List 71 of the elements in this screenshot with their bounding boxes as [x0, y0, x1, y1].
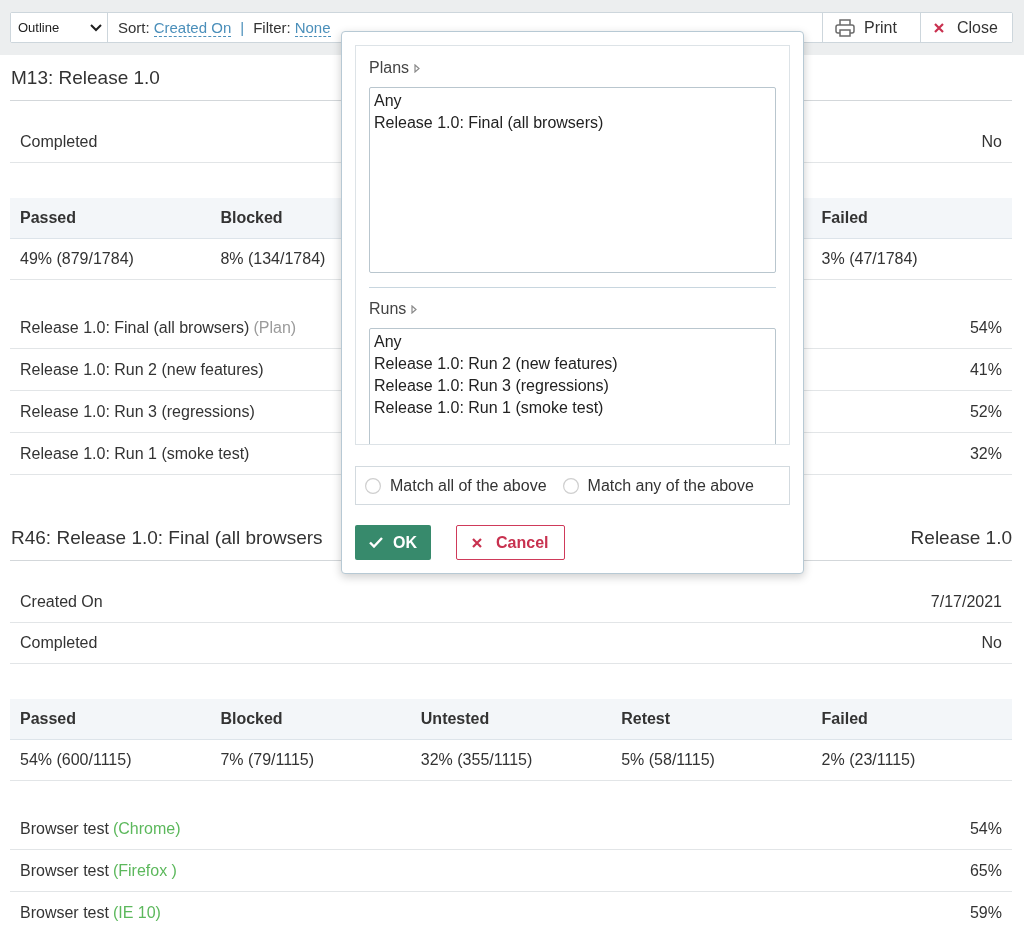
run-percent: 54%	[969, 819, 1002, 838]
sort-link[interactable]: Created On	[153, 18, 232, 37]
table-cell-text: 2% (23/1115)	[820, 751, 917, 769]
radio-option[interactable]: Match any of the above	[562, 476, 754, 495]
sort-label: Sort:	[118, 19, 150, 36]
section-title: R46: Release 1.0: Final (all browsers	[11, 526, 323, 549]
run-name: Release 1.0: Final (all browsers)	[20, 318, 250, 337]
cancel-button[interactable]: Cancel	[456, 525, 566, 560]
run-type-label: (Firefox )	[112, 861, 177, 880]
run-type-label: (Chrome)	[112, 819, 181, 838]
list-option[interactable]: Release 1.0: Final (all browsers)	[374, 112, 771, 134]
group-label: Plans	[369, 59, 410, 77]
run-percent: 54%	[969, 318, 1002, 337]
table-cell-text: 54% (600/1115)	[19, 751, 133, 769]
column-header: Untested	[419, 710, 491, 728]
table-cell-text: 8% (134/1784)	[219, 250, 327, 268]
close-icon	[472, 537, 482, 548]
list-box[interactable]: Any Release 1.0: Run 2 (new features) Release 1.0: Run 3 (regressions) Release 1.0: Run 1 (smoke test)	[369, 328, 776, 444]
table-cell-text: 5% (58/1115)	[620, 751, 716, 769]
table-cell-text: 49% (879/1784)	[19, 250, 135, 268]
run-type-label: (IE 10)	[112, 903, 161, 922]
field-value: No	[981, 133, 1002, 151]
list-option[interactable]: Release 1.0: Run 2 (new features)	[374, 353, 771, 375]
filter-label: Filter:	[253, 19, 291, 36]
column-header: Blocked	[219, 209, 284, 227]
run-percent: 52%	[969, 402, 1002, 421]
caret-icon	[414, 63, 421, 73]
list-box[interactable]: Any Release 1.0: Final (all browsers)	[369, 87, 776, 273]
check-icon	[369, 537, 383, 548]
ok-button[interactable]: OK	[355, 525, 431, 560]
column-header: Failed	[820, 209, 869, 227]
run-name: Browser test	[20, 861, 109, 880]
filter-link[interactable]: None	[294, 18, 331, 37]
column-header: Failed	[820, 710, 869, 728]
run-percent: 59%	[969, 903, 1002, 922]
run-percent: 32%	[969, 444, 1002, 463]
radio-option[interactable]: Match all of the above	[365, 476, 547, 495]
run-name: Release 1.0: Run 3 (regressions)	[20, 402, 255, 421]
run-type-label: (Plan)	[253, 318, 297, 337]
list-option[interactable]: Release 1.0: Run 3 (regressions)	[374, 375, 771, 397]
field-value: No	[981, 634, 1002, 652]
close-button[interactable]: Close	[920, 13, 1012, 42]
list-option[interactable]: Any	[374, 331, 771, 353]
table-cell-text: 7% (79/1115)	[219, 751, 316, 769]
list-option[interactable]: Any	[374, 90, 771, 112]
dropdown-caret-icon	[90, 23, 102, 32]
field-label: Completed	[20, 634, 98, 652]
printer-icon	[835, 18, 855, 37]
caret-icon	[411, 304, 418, 314]
run-name: Browser test	[20, 819, 109, 838]
column-header: Blocked	[219, 710, 284, 728]
separator: |	[240, 19, 245, 36]
field-label: Completed	[20, 133, 98, 151]
table-cell-text: 32% (355/1115)	[419, 751, 534, 769]
run-name: Release 1.0: Run 1 (smoke test)	[20, 444, 250, 463]
column-header: Retest	[620, 710, 672, 728]
column-header: Passed	[19, 710, 78, 728]
field-label: Created On	[20, 593, 103, 611]
column-header: Passed	[19, 209, 78, 227]
section-title: M13: Release 1.0	[11, 66, 160, 89]
run-percent: 41%	[969, 360, 1002, 379]
table-cell-text: 3% (47/1784)	[820, 250, 919, 268]
close-icon	[934, 22, 944, 33]
group-label: Runs	[369, 300, 407, 318]
run-name: Browser test	[20, 903, 109, 922]
list-option[interactable]: Release 1.0: Run 1 (smoke test)	[374, 397, 771, 419]
run-name: Release 1.0: Run 2 (new features)	[20, 360, 264, 379]
view-select[interactable]: Outline	[11, 13, 108, 42]
milestone-label: Release 1.0	[910, 526, 1012, 549]
field-value: 7/17/2021	[930, 593, 1002, 611]
run-percent: 65%	[969, 861, 1002, 880]
